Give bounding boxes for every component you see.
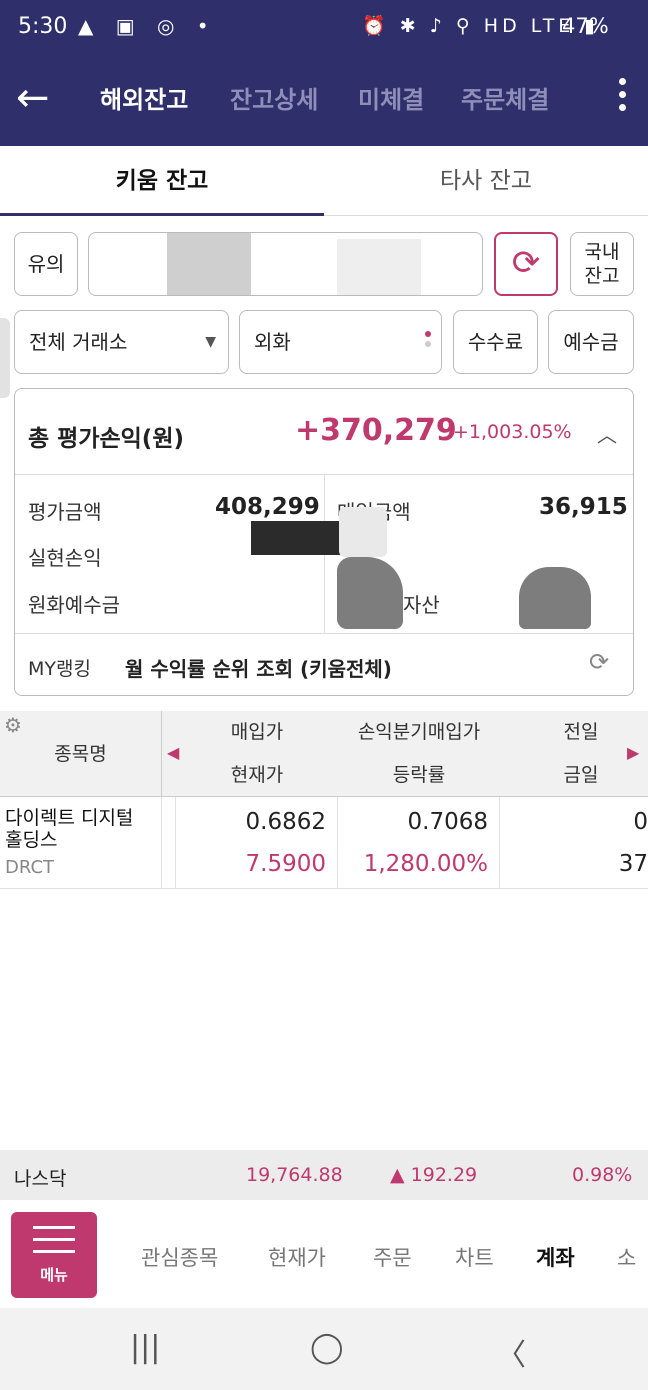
my-ranking-label: MY랭킹 (28, 658, 91, 680)
masked-value (519, 567, 591, 629)
back-icon[interactable]: 〈 (496, 1330, 526, 1374)
column-prev-day: 전일 (563, 721, 599, 743)
stock-ticker: DRCT (5, 857, 55, 878)
asset-label: 자산 (403, 593, 440, 617)
column-divider (499, 797, 500, 889)
column-current-price: 현재가 (230, 764, 284, 786)
deposit-button[interactable]: 예수금 (548, 310, 634, 374)
column-buy-price: 매입가 (230, 721, 284, 743)
column-stock-name: 종목명 (0, 711, 162, 797)
monthly-return-ranking-link[interactable]: 월 수익률 순위 조회 (키움전체) (125, 653, 392, 682)
tab-kiwoom-balance[interactable]: 키움 잔고 (0, 146, 324, 216)
index-value: 19,764.88 (246, 1164, 343, 1186)
today-value: 37 (618, 851, 648, 877)
back-arrow-icon[interactable]: ← (16, 76, 50, 120)
column-divider (161, 797, 162, 889)
column-today: 금일 (563, 764, 599, 786)
holdings-table-header: 종목명 ⚙ ◀ ▶ 매입가 현재가 손익분기매입가 등락률 전일 금일 (0, 711, 648, 797)
table-row[interactable]: 다이렉트 디지털 홀딩스 DRCT 0.6862 7.5900 0.7068 1… (0, 797, 648, 889)
bottom-navigation: 메뉴 관심종목 현재가 주문 차트 계좌 소 (0, 1200, 648, 1308)
column-change-rate: 등락률 (392, 764, 446, 786)
gear-icon[interactable]: ⚙ (4, 713, 22, 737)
domestic-balance-label-line1: 국내 (584, 241, 620, 263)
fee-button[interactable]: 수수료 (453, 310, 538, 374)
chevron-down-icon: ▼ (205, 334, 216, 350)
column-divider (175, 797, 176, 889)
masked-value (251, 521, 341, 555)
nav-more-partial[interactable]: 소 (617, 1242, 636, 1272)
masked-value (337, 557, 403, 629)
refresh-icon[interactable]: ⟳ (589, 648, 609, 676)
home-icon[interactable]: ◯ (310, 1330, 344, 1365)
column-divider (337, 797, 338, 889)
breakeven-price-value: 0.7068 (407, 809, 488, 835)
tab-unfilled[interactable]: 미체결 (358, 80, 424, 115)
index-change-percent: 0.98% (572, 1164, 633, 1186)
total-pnl-percent: +1,003.05% (453, 421, 572, 443)
change-rate-value: 1,280.00% (363, 851, 488, 877)
nav-account[interactable]: 계좌 (536, 1242, 575, 1272)
toggle-dots-icon (425, 331, 431, 351)
stock-name: 다이렉트 디지털 홀딩스 (5, 807, 134, 851)
prev-day-value: 0 (633, 809, 648, 835)
total-pnl-label: 총 평가손익(원) (28, 426, 184, 452)
my-ranking-row[interactable]: MY랭킹 월 수익률 순위 조회 (키움전체) ⟳ (15, 633, 633, 695)
masked-account-name (337, 239, 421, 295)
masked-value (339, 507, 387, 557)
account-selector[interactable] (88, 232, 483, 296)
realized-pnl-label: 실현손익 (28, 546, 102, 570)
chevron-up-icon[interactable]: ︿ (597, 419, 617, 448)
status-bar: 5:30 ▲ ▣ ◎ • ⏰ ✱ ♪ ⚲ HD LTE ▮ 47% (0, 0, 648, 62)
eval-amount-label: 평가금액 (28, 500, 102, 524)
eval-amount-value: 408,299 (215, 494, 320, 520)
recent-apps-icon[interactable]: ||| (130, 1330, 160, 1365)
balance-summary-card: 총 평가손익(원) +370,279 +1,003.05% ︿ 평가금액 408… (14, 388, 634, 696)
tab-other-broker-balance[interactable]: 타사 잔고 (324, 146, 648, 216)
menu-button[interactable]: 메뉴 (11, 1212, 97, 1298)
currency-select-value: 외화 (254, 330, 291, 354)
domestic-balance-button[interactable]: 국내 잔고 (570, 232, 634, 296)
side-drawer-handle[interactable] (0, 318, 10, 398)
krw-deposit-label: 원화예수금 (28, 593, 120, 617)
index-change: ▲ 192.29 (390, 1164, 478, 1186)
notification-icons: ▲ ▣ ◎ • (78, 14, 217, 38)
buy-price-value: 0.6862 (245, 809, 326, 835)
app-header: ← 해외잔고 잔고상세 미체결 주문체결 (0, 62, 648, 146)
buy-amount-value: 36,915 (539, 494, 628, 520)
tab-overseas-balance[interactable]: 해외잔고 (100, 80, 188, 115)
exchange-select[interactable]: 전체 거래소 ▼ (14, 310, 229, 374)
tab-order-filled[interactable]: 주문체결 (461, 80, 549, 115)
tab-balance-detail[interactable]: 잔고상세 (230, 80, 318, 115)
index-name: 나스닥 (14, 1168, 67, 1190)
status-time: 5:30 (18, 14, 68, 39)
balance-source-tabs: 키움 잔고 타사 잔고 (0, 146, 648, 216)
currency-select[interactable]: 외화 (239, 310, 442, 374)
notice-button[interactable]: 유의 (14, 232, 78, 296)
nav-order[interactable]: 주문 (373, 1242, 412, 1272)
nav-chart[interactable]: 차트 (455, 1242, 494, 1272)
exchange-select-value: 전체 거래소 (29, 330, 128, 354)
battery-level: 47% (562, 14, 609, 38)
masked-account-number (167, 233, 251, 295)
more-vertical-icon[interactable] (610, 74, 634, 118)
nav-current-price[interactable]: 현재가 (268, 1242, 326, 1272)
domestic-balance-label-line2: 잔고 (584, 265, 620, 287)
total-pnl-amount: +370,279 (295, 413, 457, 448)
refresh-button[interactable]: ⟳ (494, 232, 558, 296)
summary-header[interactable]: 총 평가손익(원) +370,279 +1,003.05% ︿ (15, 389, 633, 475)
menu-label: 메뉴 (40, 1266, 68, 1284)
system-navigation-bar: ||| ◯ 〈 (0, 1308, 648, 1390)
nav-watchlist[interactable]: 관심종목 (141, 1242, 218, 1272)
current-price-value: 7.5900 (245, 851, 326, 877)
column-breakeven-price: 손익분기매입가 (357, 721, 481, 743)
index-ticker[interactable]: 나스닥 19,764.88 ▲ 192.29 0.98% (0, 1150, 648, 1200)
refresh-icon: ⟳ (511, 243, 541, 283)
hamburger-icon (33, 1226, 75, 1262)
